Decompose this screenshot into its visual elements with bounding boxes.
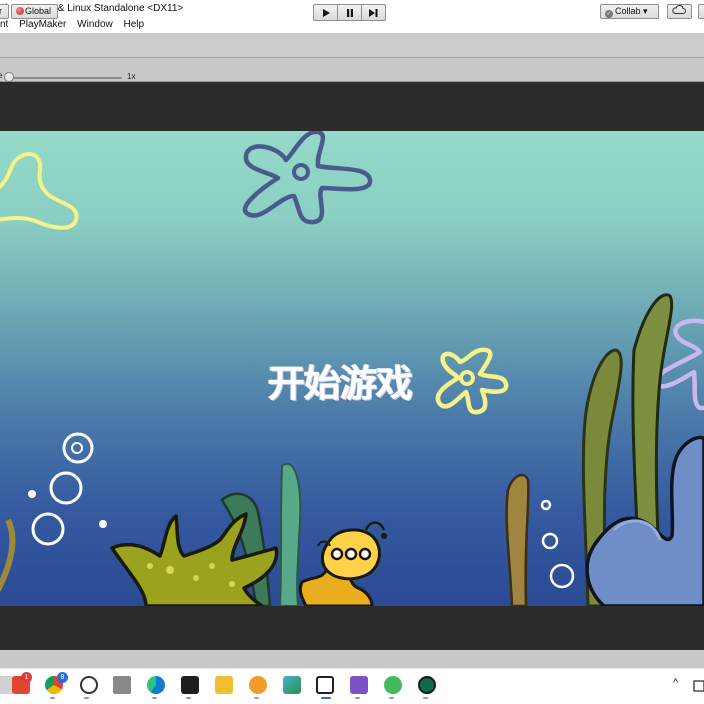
step-button[interactable] <box>361 4 386 21</box>
taskbar-running-indicator <box>50 697 55 699</box>
taskbar-running-indicator <box>186 697 191 699</box>
tray-tablet-icon[interactable] <box>693 680 704 692</box>
notification-badge: 1 <box>21 672 32 683</box>
menu-item-help[interactable]: Help <box>124 17 145 33</box>
menu-item-window[interactable]: Window <box>77 17 113 33</box>
global-toggle-button[interactable]: Global <box>11 4 58 19</box>
taskbar-green-app-icon[interactable] <box>418 676 436 694</box>
pivot-toggle-button[interactable]: r <box>0 4 9 19</box>
play-icon <box>322 8 330 17</box>
taskbar-running-indicator <box>355 697 360 699</box>
globe-icon <box>16 7 24 15</box>
chrome-badge: 8 <box>57 672 68 683</box>
pause-icon <box>346 8 353 17</box>
collab-dropdown[interactable]: ✓ Collab ▾ <box>600 4 659 19</box>
taskbar-windmill-icon[interactable] <box>283 676 301 694</box>
taskbar-running-indicator <box>423 697 428 699</box>
cloud-icon <box>672 5 686 14</box>
scale-value: 1x <box>127 72 136 81</box>
creature <box>317 521 387 581</box>
taskbar-orange-app-icon[interactable] <box>249 676 267 694</box>
taskbar-edge-icon[interactable] <box>147 676 165 694</box>
scale-slider-track[interactable] <box>8 77 122 79</box>
taskbar-wechat-icon[interactable] <box>384 676 402 694</box>
menu-item-component[interactable]: nt <box>0 17 8 33</box>
playback-controls <box>313 4 386 21</box>
taskbar-running-indicator <box>84 697 89 699</box>
bubbles-left <box>31 432 94 546</box>
global-toggle-label: Global <box>25 6 52 16</box>
pivot-toggle-label: r <box>0 6 2 16</box>
account-button[interactable] <box>698 4 704 19</box>
step-icon <box>369 8 378 17</box>
seaweed-left-edge <box>0 518 16 592</box>
taskbar-active-indicator <box>321 697 331 699</box>
seaweed-right-c <box>505 473 530 606</box>
game-scene: 开始游戏 <box>0 131 704 606</box>
taskbar-running-indicator <box>254 697 259 699</box>
taskbar-penguin-icon[interactable] <box>80 676 98 694</box>
scale-caption: e <box>0 71 3 80</box>
bubbles-right <box>540 499 575 589</box>
seaweed-teal <box>278 462 302 606</box>
taskbar-running-indicator <box>389 697 394 699</box>
tray-overflow-arrow[interactable]: ^ <box>673 677 678 689</box>
scale-slider-thumb[interactable] <box>4 72 14 82</box>
yellow-flower-topleft <box>0 152 79 230</box>
unity-editor-window: al - PC, Mac & Linux Standalone <DX11> n… <box>0 0 704 704</box>
play-button[interactable] <box>313 4 338 21</box>
taskbar-file-explorer-icon[interactable] <box>215 676 233 694</box>
start-game-button[interactable]: 开始游戏 <box>268 362 413 406</box>
taskbar-running-indicator <box>152 697 157 699</box>
collab-label: Collab ▾ <box>615 6 648 16</box>
pause-button[interactable] <box>337 4 362 21</box>
collab-check-icon: ✓ <box>605 10 613 18</box>
cloud-button[interactable] <box>667 4 692 19</box>
menu-item-playmaker[interactable]: PlayMaker <box>19 17 66 33</box>
main-toolbar <box>0 33 704 58</box>
taskbar-unity-icon[interactable] <box>316 676 334 694</box>
taskbar-dark-app-icon[interactable] <box>181 676 199 694</box>
taskbar-visual-studio-icon[interactable] <box>350 676 368 694</box>
taskbar-cube-icon[interactable] <box>113 676 131 694</box>
